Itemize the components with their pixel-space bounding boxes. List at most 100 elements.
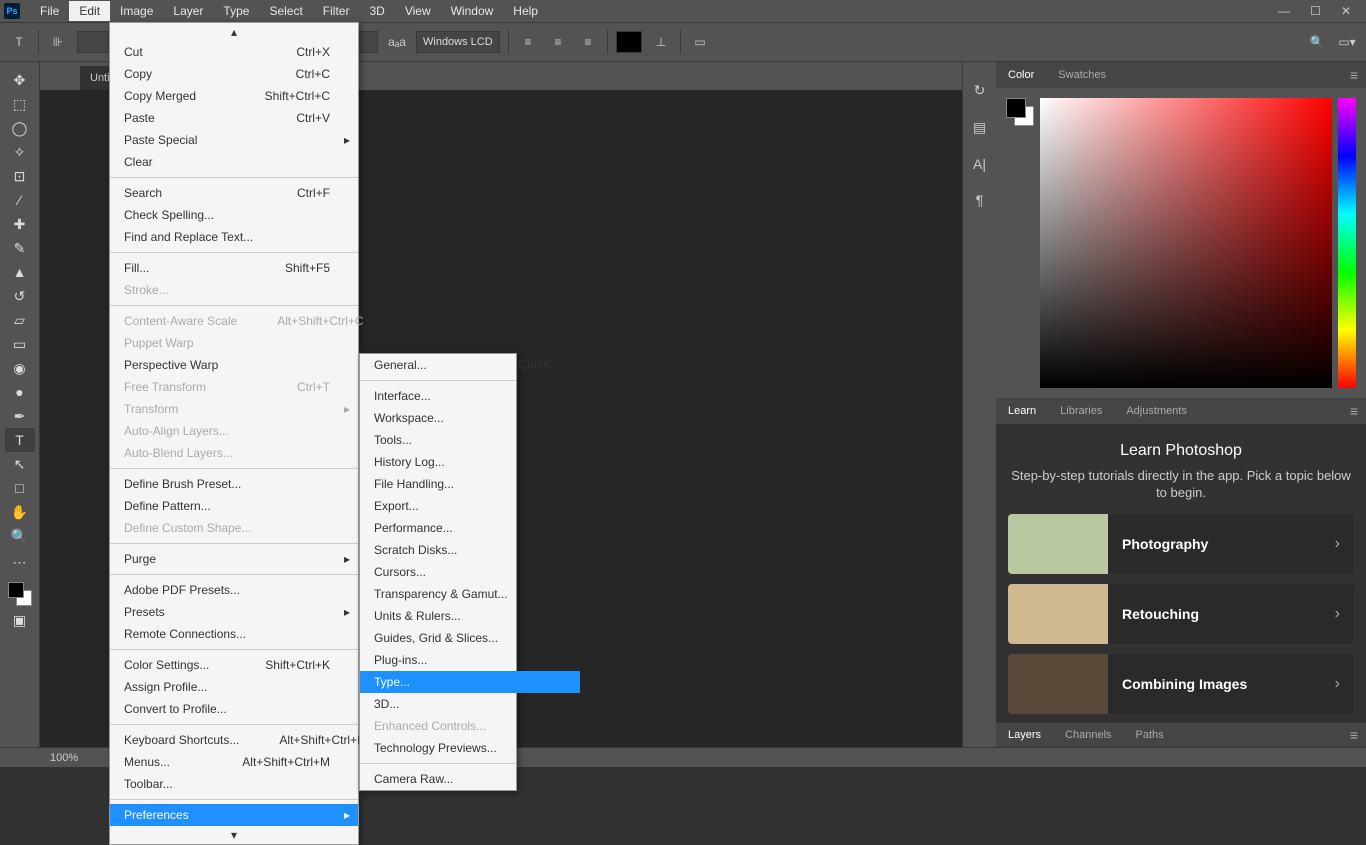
- dodge-tool[interactable]: ●: [5, 380, 35, 404]
- eraser-tool[interactable]: ▱: [5, 308, 35, 332]
- menu-3d[interactable]: 3D: [359, 1, 394, 21]
- menu-window[interactable]: Window: [441, 1, 504, 21]
- crop-tool[interactable]: ⊡: [5, 164, 35, 188]
- color-field[interactable]: [1040, 98, 1332, 388]
- rectangle-tool[interactable]: □: [5, 476, 35, 500]
- align-right-icon[interactable]: ≡: [577, 31, 599, 53]
- menuitem-history-log[interactable]: History Log...: [360, 451, 580, 473]
- scroll-down-arrow[interactable]: ▾: [110, 826, 358, 844]
- menuitem-menus[interactable]: Menus...Alt+Shift+Ctrl+M: [110, 751, 358, 773]
- path-selection-tool[interactable]: ↖: [5, 452, 35, 476]
- edit-menu-dropdown[interactable]: ▴ CutCtrl+XCopyCtrl+CCopy MergedShift+Ct…: [109, 22, 359, 845]
- menuitem-paste-special[interactable]: Paste Special▸: [110, 129, 358, 151]
- tool-preset-icon[interactable]: T: [8, 31, 30, 53]
- zoom-level[interactable]: 100%: [50, 752, 78, 764]
- panel-tab-swatches[interactable]: Swatches: [1046, 63, 1118, 87]
- clone-stamp-tool[interactable]: ▲: [5, 260, 35, 284]
- menuitem-clear[interactable]: Clear: [110, 151, 358, 173]
- gradient-tool[interactable]: ▭: [5, 332, 35, 356]
- zoom-tool[interactable]: 🔍: [5, 524, 35, 548]
- align-left-icon[interactable]: ≡: [517, 31, 539, 53]
- color-swatches[interactable]: [8, 582, 32, 606]
- menuitem-performance[interactable]: Performance...: [360, 517, 580, 539]
- character-icon[interactable]: A|: [973, 156, 986, 172]
- toggle-panels-icon[interactable]: ▭: [689, 31, 711, 53]
- blur-tool[interactable]: ◉: [5, 356, 35, 380]
- move-tool[interactable]: ✥: [5, 68, 35, 92]
- menuitem-preferences[interactable]: Preferences▸: [110, 804, 358, 826]
- learn-card-photography[interactable]: Photography›: [1008, 514, 1354, 574]
- align-center-icon[interactable]: ≡: [547, 31, 569, 53]
- paragraph-icon[interactable]: ¶: [976, 192, 984, 208]
- menuitem-copy[interactable]: CopyCtrl+C: [110, 63, 358, 85]
- panel-menu-icon[interactable]: ≡: [1350, 727, 1366, 743]
- menu-select[interactable]: Select: [259, 1, 312, 21]
- panel-tab-paths[interactable]: Paths: [1124, 723, 1176, 747]
- healing-brush-tool[interactable]: ✚: [5, 212, 35, 236]
- menuitem-general[interactable]: General...Ctrl+K: [360, 354, 580, 376]
- warp-text-icon[interactable]: ⊥: [650, 31, 672, 53]
- workspace-icon[interactable]: ▭▾: [1336, 31, 1358, 53]
- learn-card-combining-images[interactable]: Combining Images›: [1008, 654, 1354, 714]
- panel-menu-icon[interactable]: ≡: [1350, 403, 1366, 419]
- menu-filter[interactable]: Filter: [313, 1, 360, 21]
- maximize-button[interactable]: ☐: [1310, 4, 1321, 18]
- menuitem-tools[interactable]: Tools...: [360, 429, 580, 451]
- menuitem-purge[interactable]: Purge▸: [110, 548, 358, 570]
- menuitem-camera-raw[interactable]: Camera Raw...: [360, 768, 580, 790]
- menuitem-interface[interactable]: Interface...: [360, 385, 580, 407]
- text-orientation-icon[interactable]: ⊪: [47, 31, 69, 53]
- menuitem-perspective-warp[interactable]: Perspective Warp: [110, 354, 358, 376]
- panel-tab-adjustments[interactable]: Adjustments: [1114, 399, 1199, 423]
- menuitem-find-and-replace-text[interactable]: Find and Replace Text...: [110, 226, 358, 248]
- menu-layer[interactable]: Layer: [163, 1, 213, 21]
- minimize-button[interactable]: —: [1278, 4, 1290, 18]
- lasso-tool[interactable]: ◯: [5, 116, 35, 140]
- menuitem-toolbar[interactable]: Toolbar...: [110, 773, 358, 795]
- menuitem-guides-grid-slices[interactable]: Guides, Grid & Slices...: [360, 627, 580, 649]
- quick-select-tool[interactable]: ✧: [5, 140, 35, 164]
- hue-slider[interactable]: [1338, 98, 1356, 388]
- eyedropper-tool[interactable]: ⁄: [5, 188, 35, 212]
- pen-tool[interactable]: ✒: [5, 404, 35, 428]
- menuitem-convert-to-profile[interactable]: Convert to Profile...: [110, 698, 358, 720]
- close-button[interactable]: ✕: [1341, 4, 1351, 18]
- menuitem-scratch-disks[interactable]: Scratch Disks...: [360, 539, 580, 561]
- screen-mode-button[interactable]: ▣: [5, 608, 35, 632]
- menuitem-presets[interactable]: Presets▸: [110, 601, 358, 623]
- menuitem-cursors[interactable]: Cursors...: [360, 561, 580, 583]
- menuitem-check-spelling[interactable]: Check Spelling...: [110, 204, 358, 226]
- marquee-tool[interactable]: ⬚: [5, 92, 35, 116]
- menuitem-color-settings[interactable]: Color Settings...Shift+Ctrl+K: [110, 654, 358, 676]
- menuitem-remote-connections[interactable]: Remote Connections...: [110, 623, 358, 645]
- menuitem-export[interactable]: Export...: [360, 495, 580, 517]
- panel-tab-channels[interactable]: Channels: [1053, 723, 1123, 747]
- scroll-up-arrow[interactable]: ▴: [110, 23, 358, 41]
- brush-tool[interactable]: ✎: [5, 236, 35, 260]
- menuitem-d[interactable]: 3D...: [360, 693, 580, 715]
- menuitem-file-handling[interactable]: File Handling...: [360, 473, 580, 495]
- hand-tool[interactable]: ✋: [5, 500, 35, 524]
- search-icon[interactable]: 🔍: [1306, 31, 1328, 53]
- panel-tab-color[interactable]: Color: [996, 63, 1046, 87]
- menu-type[interactable]: Type: [213, 1, 259, 21]
- menu-file[interactable]: File: [30, 1, 69, 21]
- menuitem-adobe-pdf-presets[interactable]: Adobe PDF Presets...: [110, 579, 358, 601]
- panel-menu-icon[interactable]: ≡: [1350, 67, 1366, 83]
- menuitem-assign-profile[interactable]: Assign Profile...: [110, 676, 358, 698]
- menuitem-type[interactable]: Type...: [360, 671, 580, 693]
- menu-view[interactable]: View: [395, 1, 441, 21]
- menuitem-cut[interactable]: CutCtrl+X: [110, 41, 358, 63]
- menuitem-copy-merged[interactable]: Copy MergedShift+Ctrl+C: [110, 85, 358, 107]
- menuitem-fill[interactable]: Fill...Shift+F5: [110, 257, 358, 279]
- properties-icon[interactable]: ▤: [973, 119, 986, 136]
- menu-edit[interactable]: Edit: [69, 1, 110, 21]
- menuitem-search[interactable]: SearchCtrl+F: [110, 182, 358, 204]
- menuitem-keyboard-shortcuts[interactable]: Keyboard Shortcuts...Alt+Shift+Ctrl+K: [110, 729, 358, 751]
- anti-alias-select[interactable]: Windows LCD: [416, 31, 500, 53]
- menuitem-define-pattern[interactable]: Define Pattern...: [110, 495, 358, 517]
- edit-toolbar-button[interactable]: ⋯: [5, 550, 35, 574]
- panel-tab-libraries[interactable]: Libraries: [1048, 399, 1114, 423]
- menuitem-units-rulers[interactable]: Units & Rulers...: [360, 605, 580, 627]
- panel-tab-layers[interactable]: Layers: [996, 723, 1053, 747]
